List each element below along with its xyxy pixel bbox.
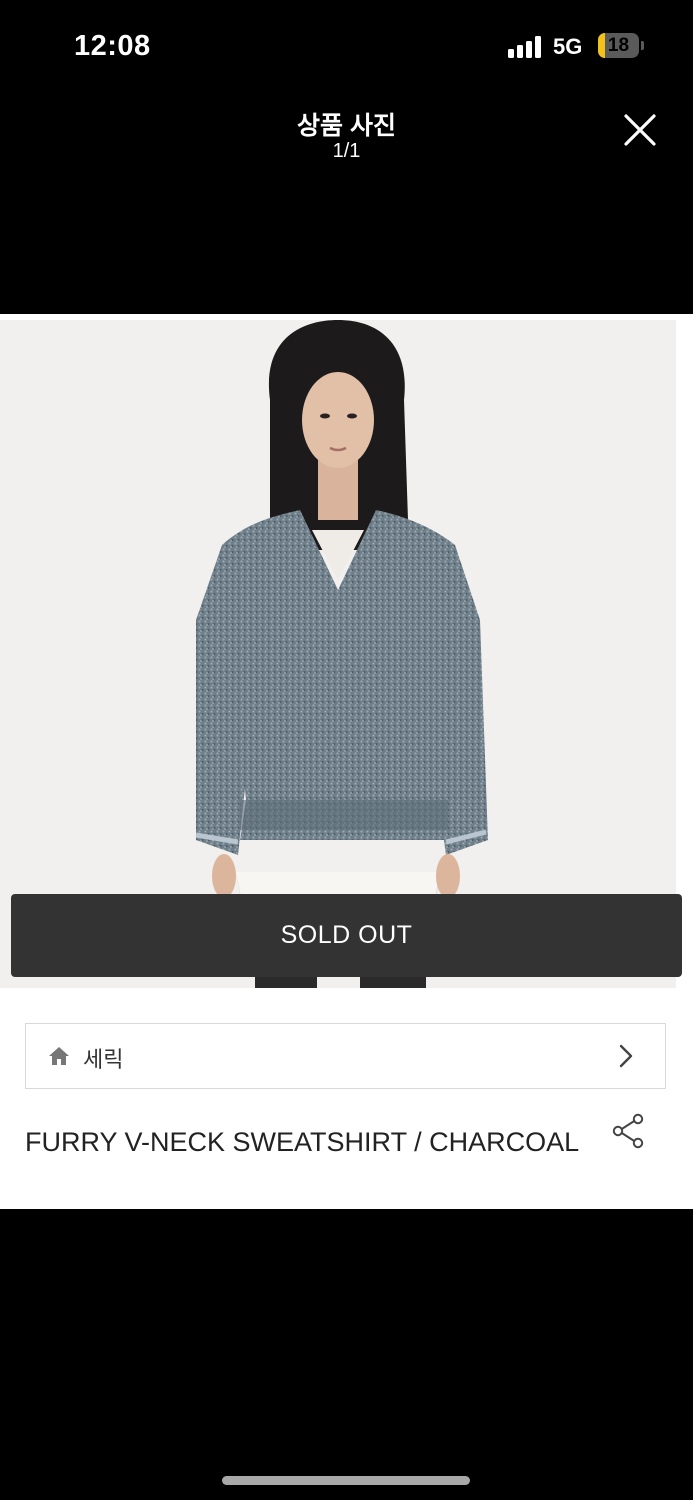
sold-out-badge: SOLD OUT [11,894,682,977]
brand-link[interactable]: 세릭 [25,1023,666,1089]
battery-icon: 18 [598,33,644,58]
status-time: 12:08 [74,30,151,62]
signal-icon [508,36,542,58]
home-indicator[interactable] [222,1476,470,1485]
close-icon [624,114,656,146]
product-card: SOLD OUT 세릭 FURRY V-NECK SWEATSHIRT / CH… [0,314,693,1209]
product-photo[interactable] [0,320,676,988]
product-name: FURRY V-NECK SWEATSHIRT / CHARCOAL [25,1127,580,1157]
chevron-right-icon [619,1044,633,1068]
viewer-header: 상품 사진 1/1 [0,98,693,178]
viewer-title: 상품 사진 [297,112,396,140]
brand-name: 세릭 [83,1047,124,1072]
network-type: 5G [553,34,583,59]
close-button[interactable] [620,110,660,150]
home-icon [49,1047,69,1065]
photo-counter: 1/1 [332,140,361,162]
model-illustration [0,320,676,988]
share-icon[interactable] [611,1113,647,1149]
battery-level: 18 [607,35,630,56]
status-bar: 12:08 5G 18 [0,0,693,90]
